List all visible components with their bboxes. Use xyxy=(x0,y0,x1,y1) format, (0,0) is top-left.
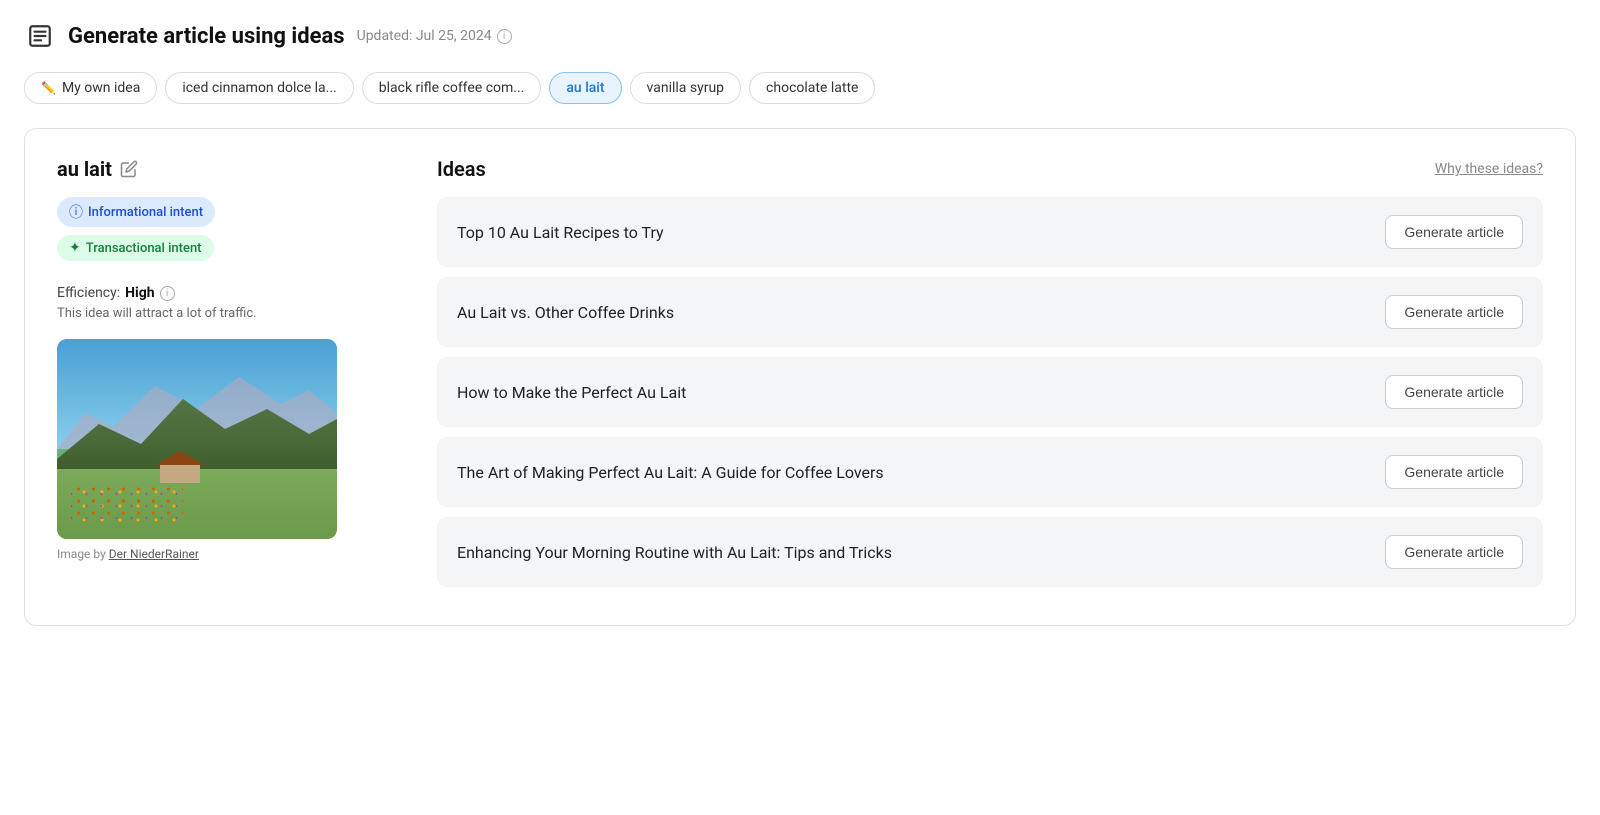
idea-row-4: The Art of Making Perfect Au Lait: A Gui… xyxy=(437,437,1543,507)
tab-vanilla-syrup[interactable]: vanilla syrup xyxy=(630,72,742,104)
right-panel: Ideas Why these ideas? Top 10 Au Lait Re… xyxy=(437,157,1543,597)
image-credit-link[interactable]: Der NiederRainer xyxy=(109,547,199,561)
generate-article-button-2[interactable]: Generate article xyxy=(1385,295,1523,329)
ideas-header: Ideas Why these ideas? xyxy=(437,157,1543,181)
idea-text-2: Au Lait vs. Other Coffee Drinks xyxy=(457,303,674,322)
why-these-ideas-link[interactable]: Why these ideas? xyxy=(1435,161,1543,177)
efficiency-info-icon[interactable]: i xyxy=(160,286,175,301)
keyword-title: au lait xyxy=(57,157,397,181)
idea-text-3: How to Make the Perfect Au Lait xyxy=(457,383,686,402)
generate-article-button-4[interactable]: Generate article xyxy=(1385,455,1523,489)
tab-chocolate-latte[interactable]: chocolate latte xyxy=(749,72,875,104)
generate-article-button-5[interactable]: Generate article xyxy=(1385,535,1523,569)
tab-iced-cinnamon[interactable]: iced cinnamon dolce la... xyxy=(165,72,353,104)
transactional-intent-badge: ✦ Transactional intent xyxy=(57,235,214,261)
idea-row-3: How to Make the Perfect Au Lait Generate… xyxy=(437,357,1543,427)
main-card: au lait ⓘ Informational intent ✦ Transac… xyxy=(24,128,1576,626)
tab-my-own-idea[interactable]: ✏️ My own idea xyxy=(24,72,157,104)
left-panel: au lait ⓘ Informational intent ✦ Transac… xyxy=(57,157,397,597)
generate-article-button-3[interactable]: Generate article xyxy=(1385,375,1523,409)
idea-row-5: Enhancing Your Morning Routine with Au L… xyxy=(437,517,1543,587)
generate-article-button-1[interactable]: Generate article xyxy=(1385,215,1523,249)
page-header: Generate article using ideas Updated: Ju… xyxy=(24,20,1576,52)
informational-icon: ⓘ xyxy=(69,202,83,222)
idea-row-2: Au Lait vs. Other Coffee Drinks Generate… xyxy=(437,277,1543,347)
informational-intent-badge: ⓘ Informational intent xyxy=(57,197,215,227)
efficiency-row: Efficiency: High i xyxy=(57,285,397,301)
info-icon[interactable]: i xyxy=(497,29,512,44)
updated-text: Updated: Jul 25, 2024 i xyxy=(357,28,512,44)
efficiency-description: This idea will attract a lot of traffic. xyxy=(57,306,397,321)
tabs-row: ✏️ My own idea iced cinnamon dolce la...… xyxy=(24,72,1576,104)
document-icon xyxy=(24,20,56,52)
transactional-icon: ✦ xyxy=(69,240,81,256)
keyword-image xyxy=(57,339,337,539)
tab-black-rifle[interactable]: black rifle coffee com... xyxy=(362,72,542,104)
idea-row-1: Top 10 Au Lait Recipes to Try Generate a… xyxy=(437,197,1543,267)
pencil-icon: ✏️ xyxy=(41,81,56,95)
tab-au-lait[interactable]: au lait xyxy=(549,72,621,104)
idea-text-5: Enhancing Your Morning Routine with Au L… xyxy=(457,543,892,562)
page-title: Generate article using ideas xyxy=(68,24,345,49)
idea-text-1: Top 10 Au Lait Recipes to Try xyxy=(457,223,664,242)
ideas-title: Ideas xyxy=(437,157,486,181)
idea-text-4: The Art of Making Perfect Au Lait: A Gui… xyxy=(457,463,884,482)
edit-icon[interactable] xyxy=(120,159,140,179)
image-credit: Image by Der NiederRainer xyxy=(57,547,397,561)
